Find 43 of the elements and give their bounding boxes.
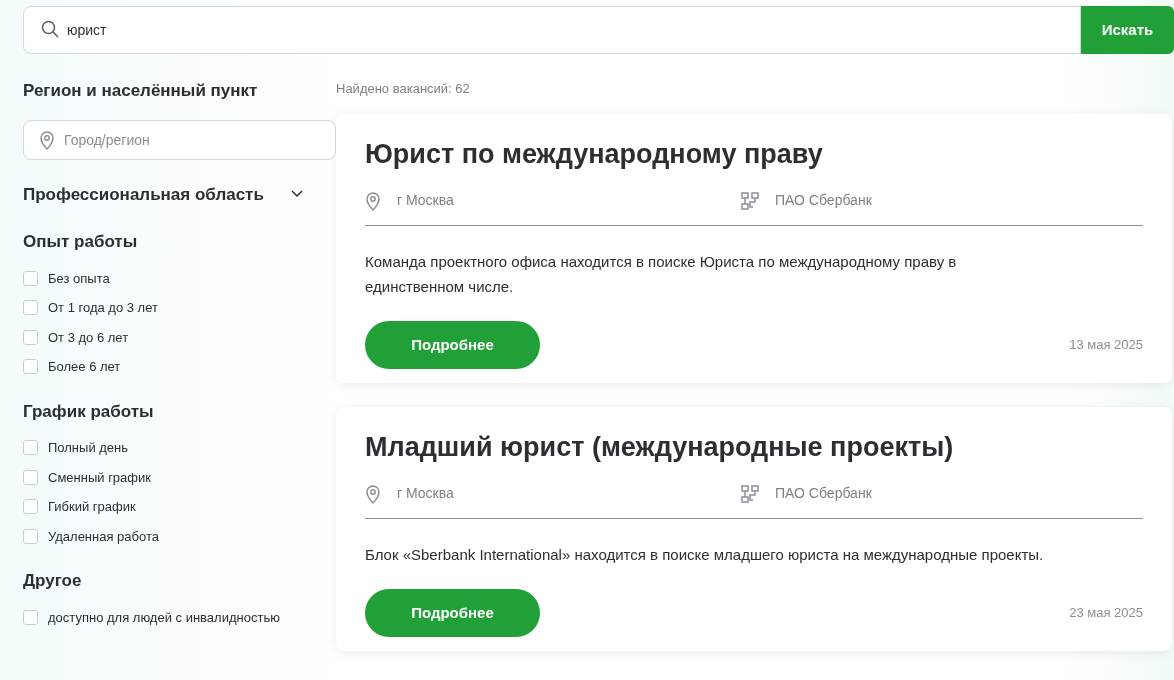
checkbox[interactable] [23, 440, 38, 456]
vacancy-date: 23 мая 2025 [1069, 604, 1143, 623]
vacancy-city: г Москва [397, 484, 454, 503]
location-pin-icon [39, 129, 55, 150]
checkbox[interactable] [23, 300, 38, 316]
checkbox[interactable] [23, 499, 38, 515]
checkbox-label: Более 6 лет [48, 358, 121, 376]
filter-heading: Регион и населённый пункт [23, 80, 259, 102]
vacancy-title[interactable]: Младший юрист (международные проекты) [365, 429, 1143, 465]
filter-heading: Другое [23, 570, 83, 592]
location-pin-icon [365, 190, 381, 211]
checkbox-label: Без опыта [48, 269, 110, 288]
vacancy-description: Команда проектного офиса находится в поиске Юриста по международному праву в единственном числе. [365, 252, 958, 297]
chevron-icon [291, 190, 303, 199]
vacancy-company: ПАО Сбербанк [775, 191, 872, 210]
location-pin-icon [365, 483, 381, 504]
checkbox[interactable] [23, 329, 38, 345]
filter-dropdown[interactable]: Профессиональная область [23, 181, 303, 207]
checkbox[interactable] [23, 469, 38, 485]
checkbox-label: доступно для людей с инвалидностью [48, 608, 280, 627]
vacancy-title[interactable]: Юрист по международному праву [365, 136, 1143, 172]
checkbox-label: Полный день [48, 439, 129, 457]
vacancy-city: г Москва [397, 191, 454, 210]
checkbox[interactable] [23, 528, 38, 544]
checkbox[interactable] [23, 609, 38, 625]
checkbox-label: От 1 года до 3 лет [48, 299, 158, 317]
search-icon [41, 20, 59, 38]
checkbox-label: От 3 до 6 лет [48, 328, 129, 347]
checkbox[interactable] [23, 270, 38, 286]
org-structure-icon [741, 191, 759, 210]
search-field[interactable]: юрист [23, 6, 1081, 54]
checkbox-label: Удаленная работа [48, 527, 159, 546]
results-count: Найдено вакансий: 62 [336, 80, 471, 97]
checkbox[interactable] [23, 359, 38, 375]
city-field[interactable]: Город/регион [23, 119, 336, 160]
filter-heading: График работы [23, 400, 155, 423]
org-structure-icon [741, 484, 759, 503]
filter-heading: Опыт работы [23, 231, 139, 253]
vacancy-description: Блок «Sberbank International» находится в поиске младшего юриста на международные проекты. [365, 545, 1045, 565]
checkbox-label: Гибкий график [48, 498, 136, 516]
vacancy-company: ПАО Сбербанк [775, 484, 872, 503]
checkbox-label: Сменный график [48, 468, 151, 487]
vacancy-date: 13 мая 2025 [1069, 336, 1143, 355]
